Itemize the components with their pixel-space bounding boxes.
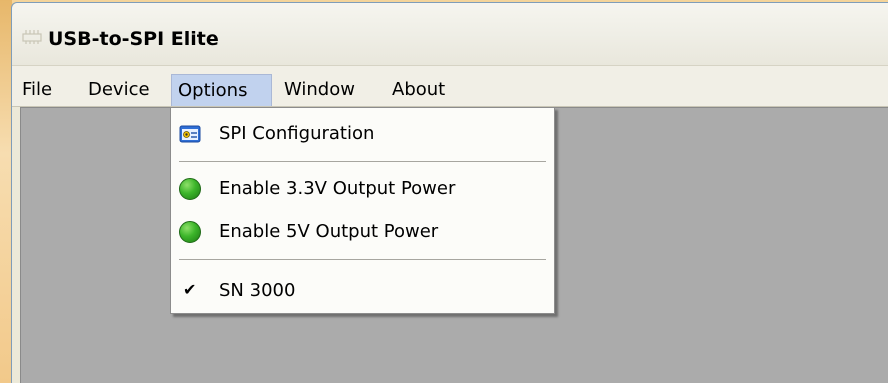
menu-file[interactable]: File (16, 74, 58, 106)
menu-item-label: SPI Configuration (219, 123, 375, 144)
menu-device[interactable]: Device (82, 74, 156, 106)
menu-window[interactable]: Window (278, 74, 361, 106)
green-led-icon (179, 221, 201, 243)
menu-bar: File Device Options Window About (12, 66, 888, 107)
menu-options[interactable]: Options (171, 74, 272, 106)
config-window-icon (179, 125, 201, 143)
checkmark-icon: ✔ (183, 280, 197, 299)
menu-item-label: Enable 5V Output Power (219, 221, 439, 242)
window-title: USB-to-SPI Elite (48, 28, 219, 50)
menu-item-enable-5v-power[interactable]: Enable 5V Output Power (171, 214, 554, 250)
menu-item-enable-3v3-power[interactable]: Enable 3.3V Output Power (171, 171, 554, 207)
options-dropdown-menu: SPI Configuration Enable 3.3V Output Pow… (170, 107, 555, 314)
menu-item-label: SN 3000 (219, 280, 296, 301)
menu-item-spi-configuration[interactable]: SPI Configuration (171, 116, 554, 152)
menu-separator (179, 161, 546, 162)
green-led-icon (179, 178, 201, 200)
menu-item-label: Enable 3.3V Output Power (219, 178, 456, 199)
menu-item-sn-3000[interactable]: ✔ SN 3000 (171, 273, 554, 309)
menu-about[interactable]: About (386, 74, 451, 106)
menu-separator (179, 259, 546, 260)
title-bar[interactable]: USB-to-SPI Elite (12, 3, 888, 66)
circuit-board-icon (22, 30, 42, 44)
